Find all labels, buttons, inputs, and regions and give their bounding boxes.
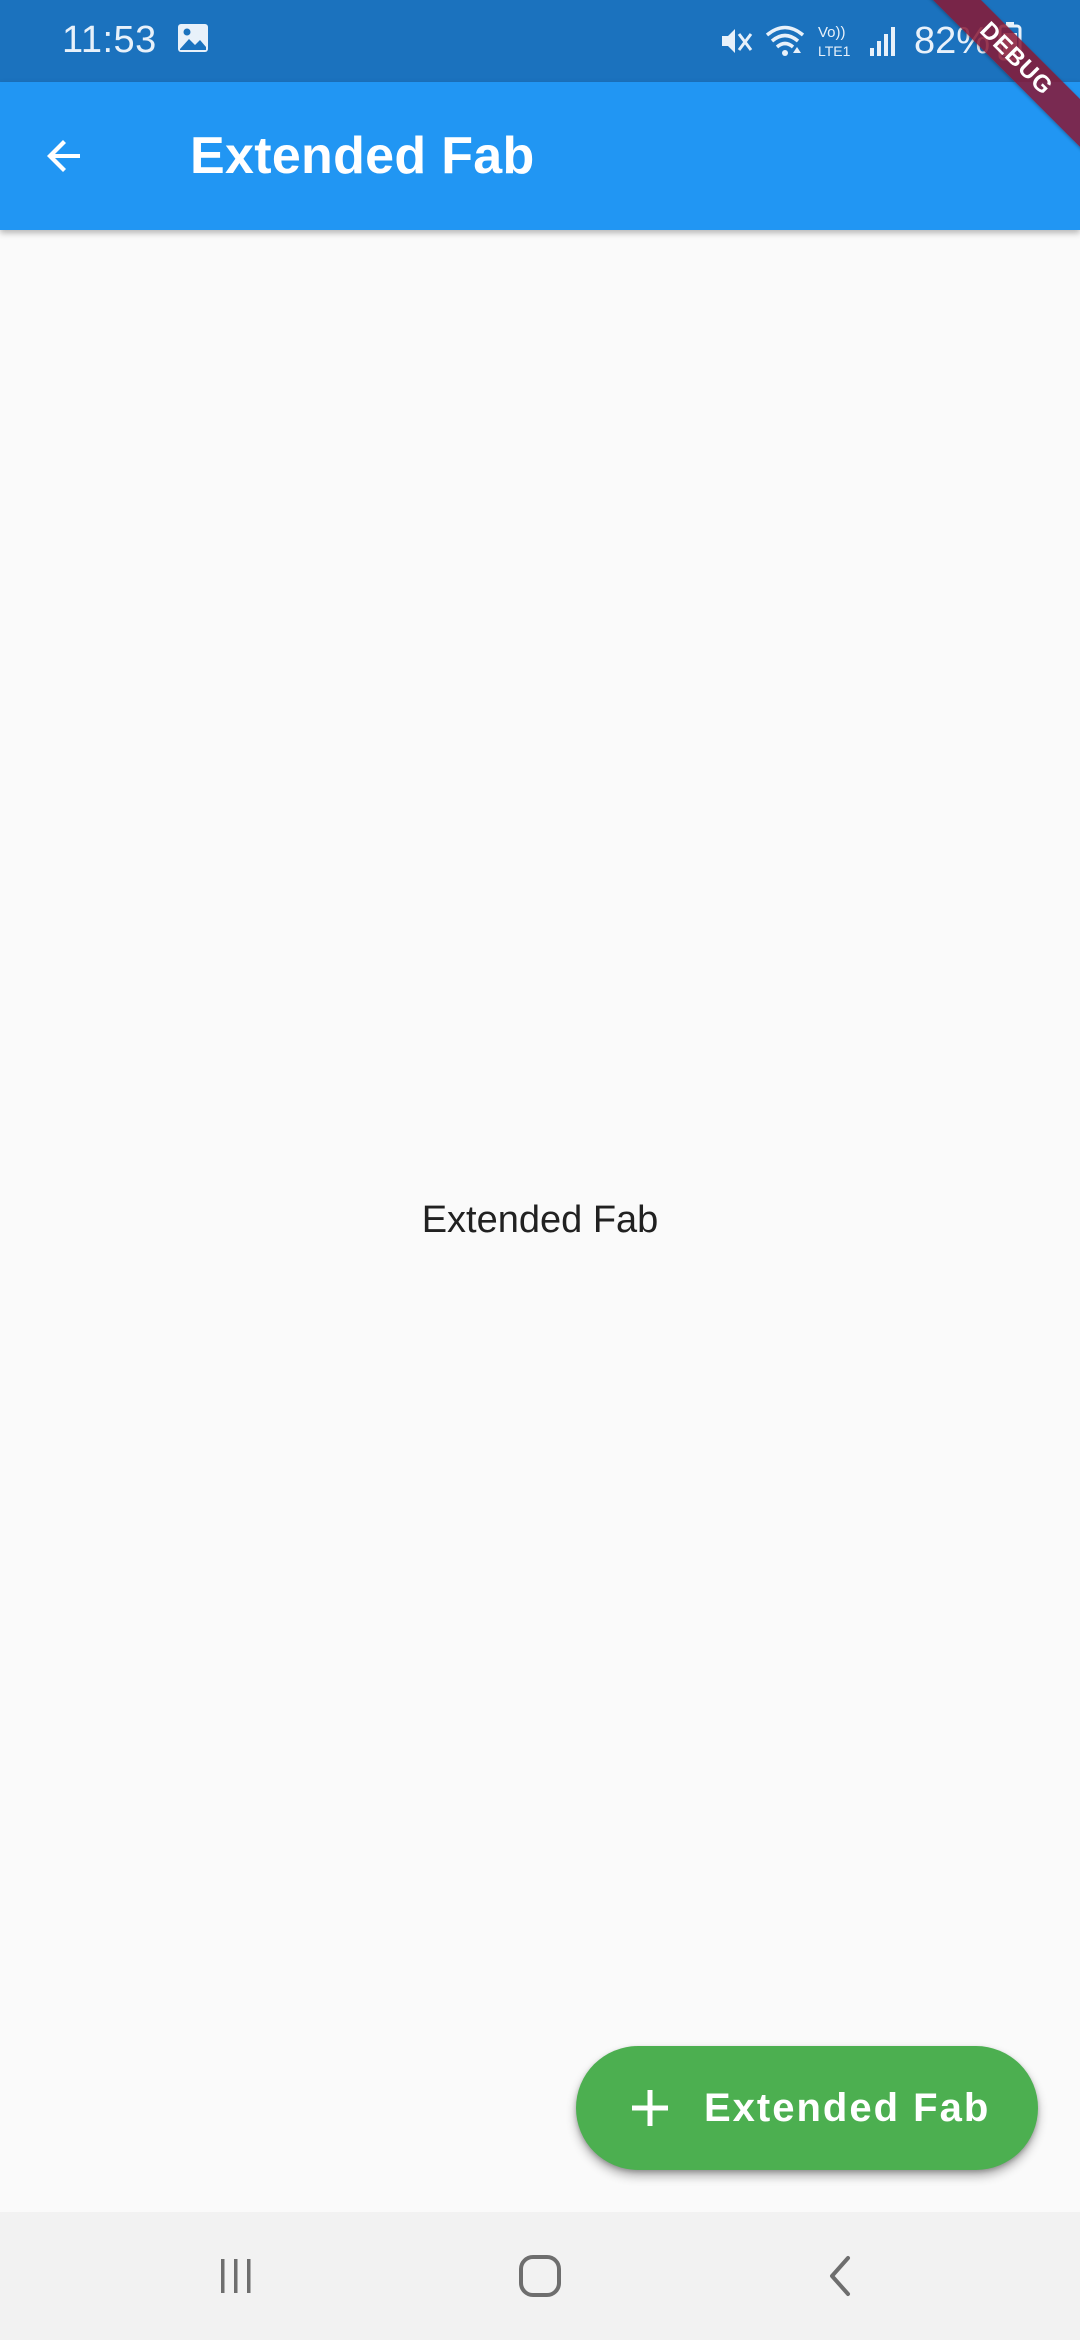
home-button[interactable] [500, 2236, 580, 2316]
page-title: Extended Fab [190, 127, 535, 185]
volte-lte-icon: Vo)) LTE1 [818, 24, 851, 59]
mute-icon [721, 29, 753, 53]
signal-icon [869, 27, 895, 56]
battery-percent: 82% [913, 20, 990, 62]
back-icon [830, 2256, 850, 2296]
status-time: 11:53 [62, 19, 157, 61]
status-bar: 11:53 Vo)) LTE1 82% [0, 0, 1080, 82]
svg-text:Vo)): Vo)) [818, 24, 846, 41]
system-nav-bar [0, 2212, 1080, 2340]
nav-back-button[interactable] [802, 2236, 882, 2316]
battery-icon [998, 22, 1022, 61]
app-bar: Extended Fab [0, 82, 1080, 230]
body-text: Extended Fab [421, 1199, 659, 1241]
svg-text:LTE1: LTE1 [818, 43, 851, 59]
wifi-icon [765, 25, 805, 56]
arrow-back-icon [47, 140, 80, 172]
plus-icon [628, 2086, 672, 2130]
back-button[interactable] [28, 120, 100, 192]
home-icon [519, 2255, 561, 2297]
recents-icon [221, 2259, 251, 2293]
status-icons: Vo)) LTE1 82% [718, 14, 1022, 68]
extended-fab-button[interactable]: Extended Fab [576, 2046, 1038, 2170]
gallery-icon [178, 24, 208, 52]
recents-button[interactable] [196, 2236, 276, 2316]
fab-label: Extended Fab [704, 2085, 991, 2130]
